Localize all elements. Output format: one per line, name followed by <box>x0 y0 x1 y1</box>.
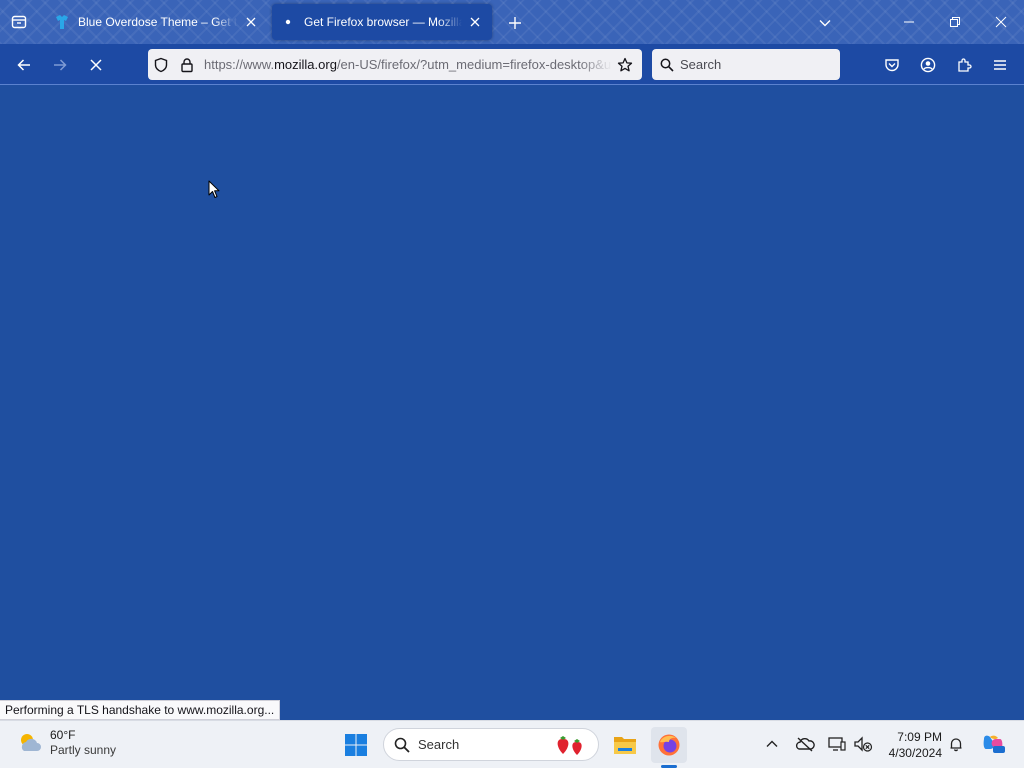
tab-title: Get Firefox browser — Mozilla (US) <box>304 15 462 29</box>
restore-button[interactable] <box>932 0 978 44</box>
close-tab-icon[interactable] <box>466 13 484 31</box>
stop-icon <box>90 59 102 71</box>
mouse-cursor-icon <box>208 180 220 198</box>
start-icon <box>345 734 367 756</box>
close-tab-icon[interactable] <box>242 13 260 31</box>
copilot-button[interactable] <box>980 733 1006 755</box>
tab-blue-overdose-theme[interactable]: Blue Overdose Theme – Get this Extension… <box>46 4 268 40</box>
url-path: /en-US/firefox/?utm_medium=firefox-deskt… <box>336 57 612 72</box>
lock-icon[interactable] <box>174 49 200 80</box>
weather-condition: Partly sunny <box>50 743 117 757</box>
status-panel: Performing a TLS handshake to www.mozill… <box>0 700 281 720</box>
account-button[interactable] <box>915 52 941 78</box>
search-bar[interactable]: Search <box>652 49 840 80</box>
pocket-button[interactable] <box>879 52 905 78</box>
search-icon <box>394 737 410 753</box>
new-tab-button[interactable] <box>504 12 526 34</box>
tab-title: Blue Overdose Theme – Get this Extension… <box>78 15 238 29</box>
network-volume-icon <box>854 736 873 752</box>
url-prefix: https://www. <box>204 57 275 72</box>
list-all-tabs-dropdown[interactable] <box>814 12 836 34</box>
hamburger-menu-icon <box>994 60 1006 70</box>
onedrive-icon <box>795 737 815 752</box>
onedrive-tray[interactable] <box>794 733 816 755</box>
taskbar-clock[interactable]: 7:09 PM 4/30/2024 <box>878 729 942 761</box>
firefox-icon <box>658 734 680 756</box>
url-text[interactable]: https://www.mozilla.org/en-US/firefox/?u… <box>200 57 612 72</box>
minimize-button[interactable] <box>886 0 932 44</box>
copilot-icon <box>983 735 1005 753</box>
forward-button[interactable] <box>46 52 74 78</box>
tab-strip: Blue Overdose Theme – Get this Extension… <box>0 0 1024 44</box>
stop-loading-button[interactable] <box>82 52 110 78</box>
forward-arrow-icon <box>54 59 67 71</box>
app-menu-button[interactable] <box>987 52 1013 78</box>
tracking-protection-icon[interactable] <box>148 49 174 80</box>
clock-date: 4/30/2024 <box>888 746 942 760</box>
strawberry-highlight-icon <box>557 735 582 755</box>
taskbar-firefox[interactable] <box>651 727 687 763</box>
weather-temp: 60°F <box>50 728 76 742</box>
start-button[interactable] <box>338 727 374 763</box>
back-button[interactable] <box>10 52 38 78</box>
display-icon <box>828 737 846 751</box>
url-domain: mozilla.org <box>274 57 337 72</box>
navigation-toolbar: https://www.mozilla.org/en-US/firefox/?u… <box>0 44 1024 85</box>
clock-time: 7:09 PM <box>897 730 942 744</box>
page-content[interactable] <box>0 86 1024 720</box>
list-all-tabs-button[interactable] <box>8 11 30 33</box>
chevron-down-icon <box>819 20 831 27</box>
plus-icon <box>509 17 521 29</box>
bookmark-star-icon[interactable] <box>612 49 638 80</box>
windows-taskbar: 60°F Partly sunny Search 7:09 PM 4/30/20… <box>0 720 1024 768</box>
address-bar[interactable]: https://www.mozilla.org/en-US/firefox/?u… <box>148 49 642 80</box>
chevron-up-icon <box>766 740 778 747</box>
search-icon <box>660 58 674 72</box>
close-icon <box>995 16 1007 28</box>
show-hidden-icons-button[interactable] <box>761 733 783 755</box>
back-arrow-icon <box>17 59 30 71</box>
taskbar-search-placeholder: Search <box>418 737 460 752</box>
account-icon <box>920 57 936 73</box>
notification-bell-icon <box>950 738 962 752</box>
display-tray[interactable] <box>826 733 848 755</box>
network-volume-tray[interactable] <box>852 733 874 755</box>
taskbar-file-explorer[interactable] <box>607 727 643 763</box>
puzzle-icon <box>958 58 972 72</box>
loading-dot-icon <box>280 14 296 30</box>
close-window-button[interactable] <box>978 0 1024 44</box>
search-placeholder: Search <box>680 57 722 72</box>
restore-icon <box>950 17 960 27</box>
taskbar-search[interactable]: Search <box>383 728 599 761</box>
theme-icon <box>54 14 70 30</box>
weather-widget[interactable]: 60°F Partly sunny <box>16 728 116 758</box>
notifications-button[interactable] <box>945 733 967 755</box>
firefox-view-icon <box>11 15 27 29</box>
file-explorer-icon <box>614 737 636 754</box>
extensions-button[interactable] <box>951 52 977 78</box>
pocket-icon <box>885 59 899 72</box>
minimize-icon <box>904 21 914 23</box>
partly-sunny-icon <box>21 734 41 751</box>
tab-get-firefox[interactable]: Get Firefox browser — Mozilla (US) <box>272 4 492 40</box>
